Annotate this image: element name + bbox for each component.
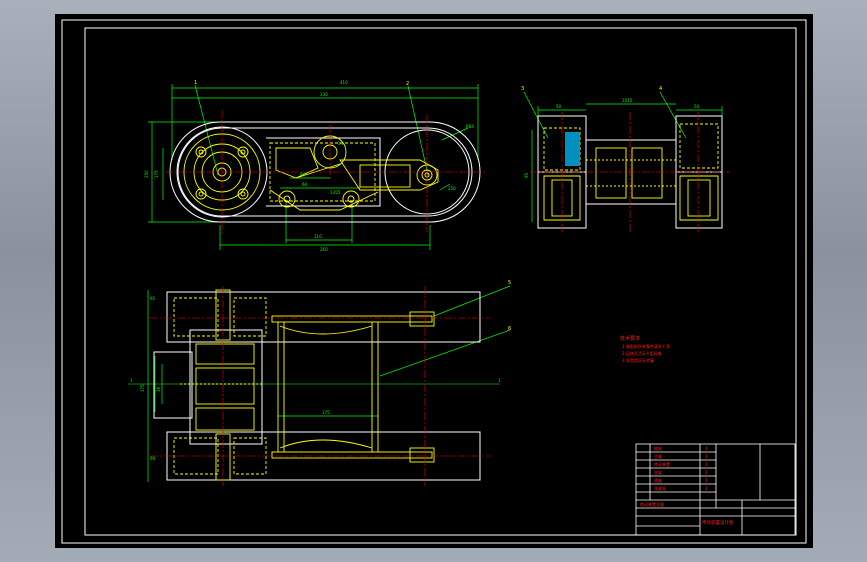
section-hatch	[565, 132, 580, 166]
front-view: 1 2 410 330 260 150 175 60 1355 110 250 …	[144, 80, 485, 252]
dim-175: 175	[154, 170, 159, 178]
dim-260: 260	[320, 247, 328, 252]
dim-side-50a: 50	[556, 104, 562, 109]
parts-list-5: 底座	[654, 477, 662, 483]
dim-side-95: 95	[524, 172, 529, 178]
parts-list-6: 张紧轮	[654, 485, 666, 491]
dim-r84: R84	[466, 124, 474, 129]
parts-list-4: 支架	[654, 469, 662, 475]
dim-top-36: 36	[156, 386, 161, 392]
cad-drawing: 1 2 410 330 260 150 175 60 1355 110 250 …	[61, 19, 807, 544]
dim-top-95: 95	[150, 296, 156, 301]
qty-1: 1	[705, 446, 708, 451]
inner-border	[84, 27, 797, 536]
drawing-name: 传动装置总图	[640, 501, 664, 507]
title-block: 链轮 主轴 传动装置 支架 底座 张紧轮 1 1 1 2 1 1 传动装置总图 …	[635, 443, 796, 536]
dim-330: 330	[320, 92, 328, 97]
leader-label-5: 5	[508, 280, 511, 286]
top-view: 1 1 175 36 175 90 95 5 6	[128, 280, 511, 486]
dim-top-175b: 175	[322, 410, 330, 415]
dim-60: 60	[302, 182, 308, 187]
leader-label-6: 6	[508, 326, 511, 332]
parts-list-2: 主轴	[654, 453, 662, 459]
qty-3: 1	[705, 462, 708, 467]
dim-top-1a: 1	[130, 378, 133, 383]
leader-label-4: 4	[659, 86, 662, 92]
notes-title: 技术要求	[620, 335, 640, 342]
dim-side-50b: 50	[694, 104, 700, 109]
dim-250: 250	[448, 186, 456, 191]
dim-side-1015: 1015	[622, 98, 633, 103]
qty-5: 1	[705, 478, 708, 483]
leader-label-1: 1	[194, 80, 197, 86]
dim-1355: 1355	[330, 190, 341, 195]
qty-6: 1	[705, 486, 708, 491]
dim-150: 150	[144, 170, 149, 178]
qty-2: 1	[705, 454, 708, 459]
technical-notes: 技术要求 1.装配前所有零件清洗干净 2.运转灵活无卡阻现象 3.润滑良好无渗漏	[620, 335, 670, 363]
notes-line-3: 3.润滑良好无渗漏	[622, 357, 654, 363]
leader-label-3: 3	[521, 86, 524, 92]
parts-list-1: 链轮	[654, 445, 662, 451]
dim-410: 410	[340, 80, 348, 85]
title-block-footer: 传动装置设计图	[702, 519, 734, 526]
leader-label-2: 2	[406, 81, 409, 87]
side-view: 3 4 50 50 1015 95	[521, 86, 730, 232]
dim-34: 34	[338, 141, 344, 146]
dim-top-175: 175	[140, 384, 145, 392]
notes-line-1: 1.装配前所有零件清洗干净	[622, 343, 670, 349]
dim-110: 110	[314, 234, 322, 239]
outer-border	[61, 19, 807, 544]
dim-top-1b: 1	[498, 378, 501, 383]
notes-line-2: 2.运转灵活无卡阻现象	[622, 350, 662, 356]
dim-top-90: 90	[150, 456, 156, 461]
qty-4: 2	[705, 470, 708, 475]
parts-list-3: 传动装置	[654, 461, 670, 467]
dim-84: 84	[300, 172, 306, 177]
